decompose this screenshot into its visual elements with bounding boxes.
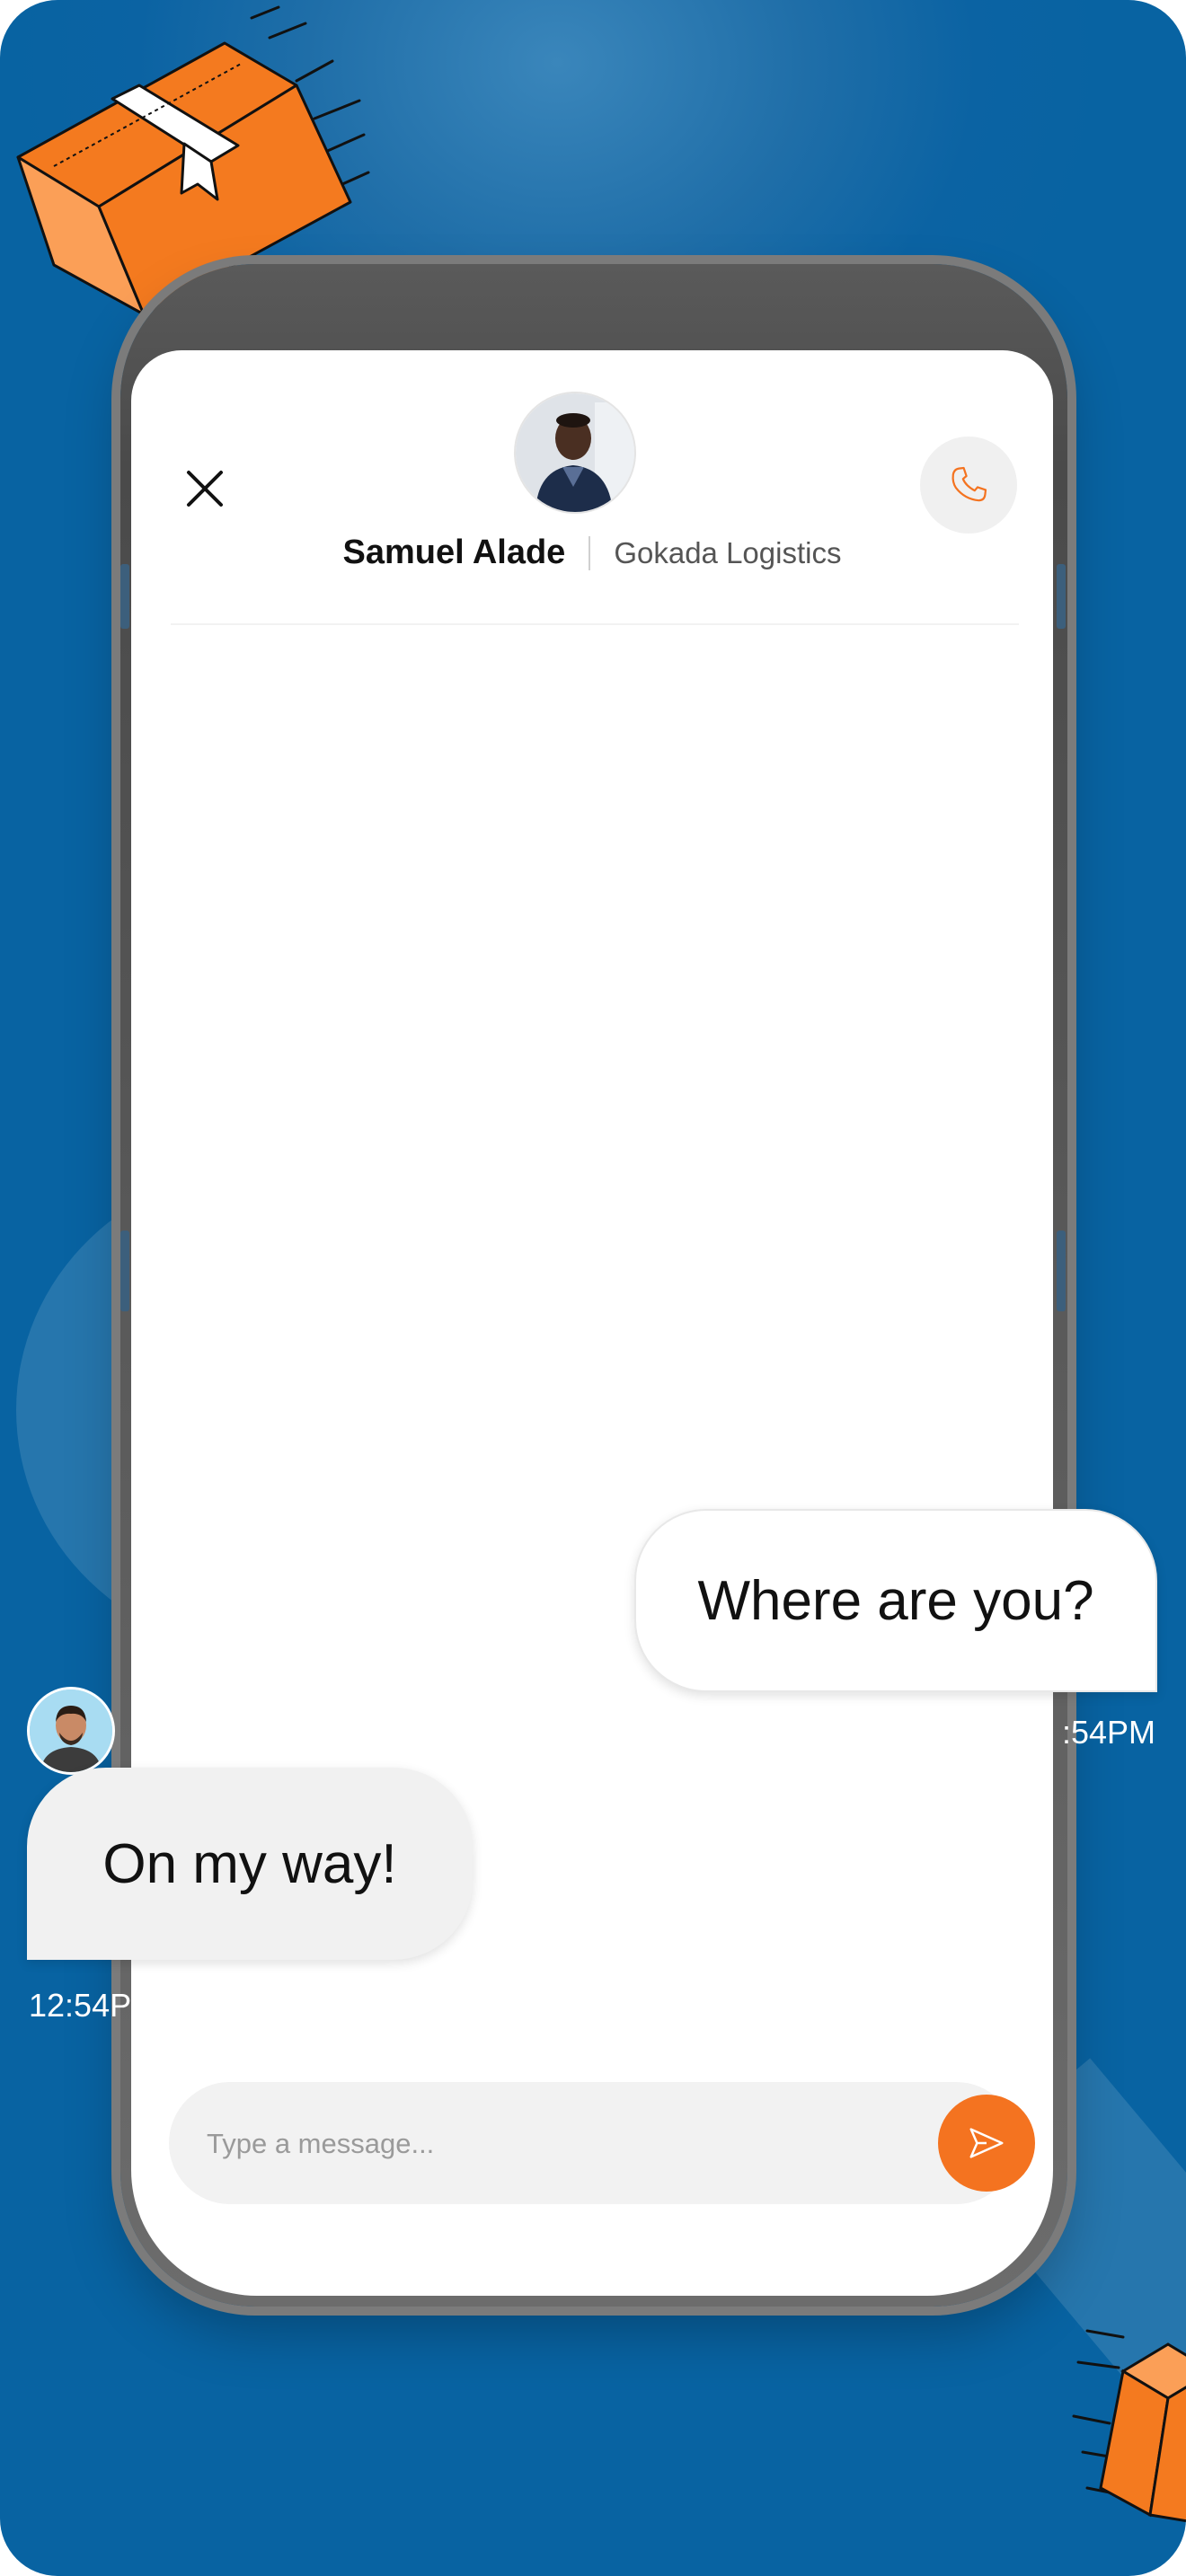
- send-button[interactable]: [938, 2095, 1035, 2192]
- phone-icon: [951, 466, 987, 502]
- phone-side-button: [120, 564, 129, 629]
- message-timestamp: :54PM: [1061, 1714, 1155, 1751]
- contact-company: Gokada Logistics: [614, 535, 842, 569]
- message-input[interactable]: [205, 2082, 891, 2206]
- incoming-message-bubble: On my way!: [27, 1768, 473, 1960]
- message-text: On my way!: [102, 1832, 397, 1895]
- contact-name: Samuel Alade: [342, 534, 566, 571]
- package-box-illustration-small: [1072, 2329, 1186, 2523]
- call-button[interactable]: [920, 437, 1017, 534]
- sender-photo-icon: [30, 1689, 112, 1772]
- outgoing-message-bubble: Where are you?: [634, 1509, 1157, 1692]
- contact-avatar: [514, 392, 636, 514]
- close-icon: [187, 471, 223, 507]
- person-photo-icon: [516, 393, 634, 512]
- message-text: Where are you?: [697, 1569, 1094, 1632]
- chat-screen: Samuel Alade Gokada Logistics: [131, 350, 1053, 2296]
- phone-side-button: [1057, 564, 1066, 629]
- message-timestamp: 12:54P: [29, 1987, 132, 2024]
- header-divider: [171, 623, 1019, 625]
- message-composer: [169, 2082, 1035, 2206]
- phone-side-button: [120, 1231, 129, 1311]
- sender-avatar: [27, 1687, 115, 1775]
- name-divider: [589, 535, 591, 570]
- send-icon: [969, 2128, 1004, 2158]
- close-button[interactable]: [178, 462, 232, 516]
- screen: Samuel Alade Gokada Logistics Where are …: [0, 0, 1186, 2576]
- contact-info: Samuel Alade Gokada Logistics: [131, 534, 1053, 572]
- phone-side-button: [1057, 1231, 1066, 1311]
